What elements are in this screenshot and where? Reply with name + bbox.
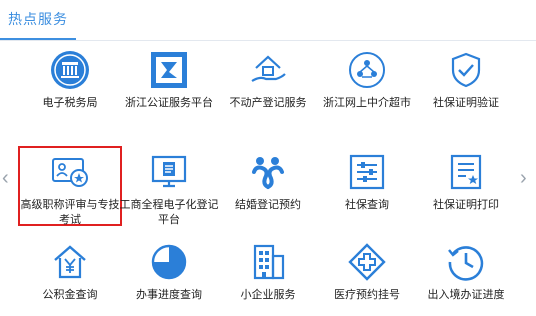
service-tile-agency-market[interactable]: 浙江网上中介超市 — [315, 44, 419, 124]
notary-seal-icon — [149, 50, 189, 90]
hot-services-header: 热点服务 — [0, 0, 536, 41]
service-tile-notary[interactable]: 浙江公证服务平台 — [117, 44, 221, 124]
service-tile-medical-appointment[interactable]: 医疗预约挂号 — [315, 236, 419, 316]
document-star-icon — [446, 152, 486, 192]
id-card-award-icon — [50, 152, 90, 192]
service-label: 办事进度查询 — [136, 289, 202, 301]
service-row: 高级职称评审与专技考试 工商全程电子化登记平台 结婚登记预约 社保查询 社保证明… — [18, 146, 518, 226]
service-label: 医疗预约挂号 — [334, 289, 400, 301]
people-network-icon — [347, 50, 387, 90]
service-label: 社保证明打印 — [433, 199, 499, 211]
tax-emblem-icon — [50, 50, 90, 90]
service-label: 工商全程电子化登记平台 — [119, 199, 219, 226]
service-tile-small-business[interactable]: 小企业服务 — [216, 236, 320, 316]
service-row: 电子税务局 浙江公证服务平台 不动产登记服务 浙江网上中介超市 社保证明验证 — [18, 44, 518, 124]
service-tile-housing-fund[interactable]: 公积金查询 — [18, 236, 122, 316]
service-tile-exit-entry-progress[interactable]: 出入境办证进度 — [414, 236, 518, 316]
service-label: 高级职称评审与专技考试 — [20, 199, 120, 226]
service-label: 电子税务局 — [42, 97, 98, 109]
service-tile-social-security-query[interactable]: 社保查询 — [315, 146, 419, 226]
service-tile-social-security-print[interactable]: 社保证明打印 — [414, 146, 518, 226]
sliders-panel-icon — [347, 152, 387, 192]
service-label: 结婚登记预约 — [235, 199, 301, 211]
pie-progress-icon — [149, 242, 189, 282]
service-label: 社保证明验证 — [433, 97, 499, 109]
monitor-document-icon — [149, 152, 189, 192]
service-tile-marriage-registration[interactable]: 结婚登记预约 — [216, 146, 320, 226]
service-tile-social-security-verify[interactable]: 社保证明验证 — [414, 44, 518, 124]
house-hand-icon — [248, 50, 288, 90]
service-tile-progress-query[interactable]: 办事进度查询 — [117, 236, 221, 316]
service-label: 不动产登记服务 — [229, 97, 307, 109]
medical-cross-icon — [347, 242, 387, 282]
service-label: 出入境办证进度 — [427, 289, 505, 301]
prev-arrow-icon[interactable]: ‹ — [2, 168, 9, 188]
service-row: 公积金查询 办事进度查询 小企业服务 医疗预约挂号 出入境办证进度 — [18, 236, 518, 316]
service-tile-real-estate[interactable]: 不动产登记服务 — [216, 44, 320, 124]
service-tile-tax-bureau[interactable]: 电子税务局 — [18, 44, 122, 124]
section-title: 热点服务 — [8, 11, 68, 27]
shield-check-icon — [446, 50, 486, 90]
next-arrow-icon[interactable]: › — [520, 168, 527, 188]
building-icon — [248, 242, 288, 282]
service-label: 公积金查询 — [42, 289, 98, 301]
service-tile-business-registration[interactable]: 工商全程电子化登记平台 — [117, 146, 221, 226]
clock-arrow-icon — [446, 242, 486, 282]
service-label: 浙江公证服务平台 — [125, 97, 213, 109]
service-label: 小企业服务 — [240, 289, 296, 301]
service-label: 浙江网上中介超市 — [323, 97, 411, 109]
couple-rings-icon — [248, 152, 288, 192]
service-label: 社保查询 — [345, 199, 389, 211]
service-tile-professional-title[interactable]: 高级职称评审与专技考试 — [18, 146, 122, 226]
house-yuan-icon — [50, 242, 90, 282]
active-tab-underline — [0, 38, 76, 40]
